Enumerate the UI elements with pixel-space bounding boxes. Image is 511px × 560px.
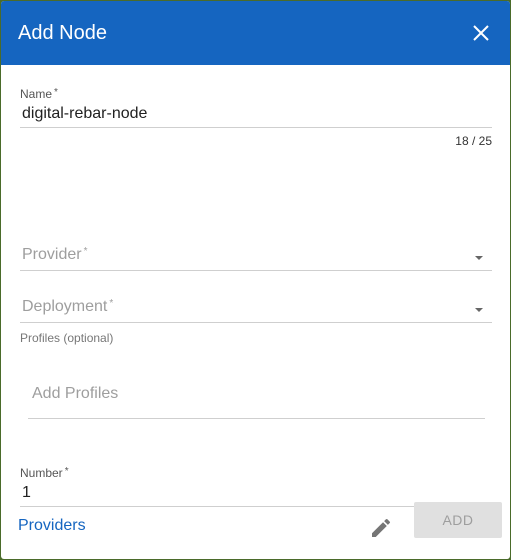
profiles-input[interactable]: Add Profiles (28, 385, 485, 419)
required-mark: * (109, 298, 114, 309)
required-mark: * (54, 87, 58, 98)
add-button[interactable]: ADD (414, 502, 502, 538)
add-node-dialog: Add Node Name * digital-rebar-node 18 / 2… (1, 1, 510, 559)
required-mark: * (64, 466, 69, 477)
name-label: Name (20, 87, 53, 101)
name-field[interactable]: Name * digital-rebar-node 18 / 25 (20, 87, 492, 148)
profiles-label: Profiles (optional) (20, 331, 114, 345)
providers-link[interactable]: Providers (18, 517, 86, 535)
name-char-counter: 18 / 25 (455, 134, 492, 148)
provider-select[interactable]: Provider * (20, 246, 492, 271)
name-input[interactable]: digital-rebar-node (22, 105, 147, 122)
profiles-placeholder: Add Profiles (32, 385, 119, 402)
provider-placeholder: Provider (22, 246, 82, 263)
dialog-header: Add Node (1, 1, 510, 65)
dialog-footer: Providers ADD (1, 502, 510, 559)
number-field[interactable]: Number * 1 (20, 466, 492, 507)
number-input[interactable]: 1 (22, 484, 31, 501)
required-mark: * (83, 246, 88, 257)
chevron-down-icon[interactable] (475, 308, 483, 312)
chevron-down-icon[interactable] (475, 256, 483, 260)
deployment-select[interactable]: Deployment * (20, 298, 492, 323)
pencil-icon[interactable] (369, 516, 393, 540)
deployment-placeholder: Deployment (22, 298, 108, 315)
number-label: Number (20, 466, 63, 480)
dialog-title: Add Node (18, 21, 107, 44)
close-icon[interactable] (469, 21, 493, 45)
